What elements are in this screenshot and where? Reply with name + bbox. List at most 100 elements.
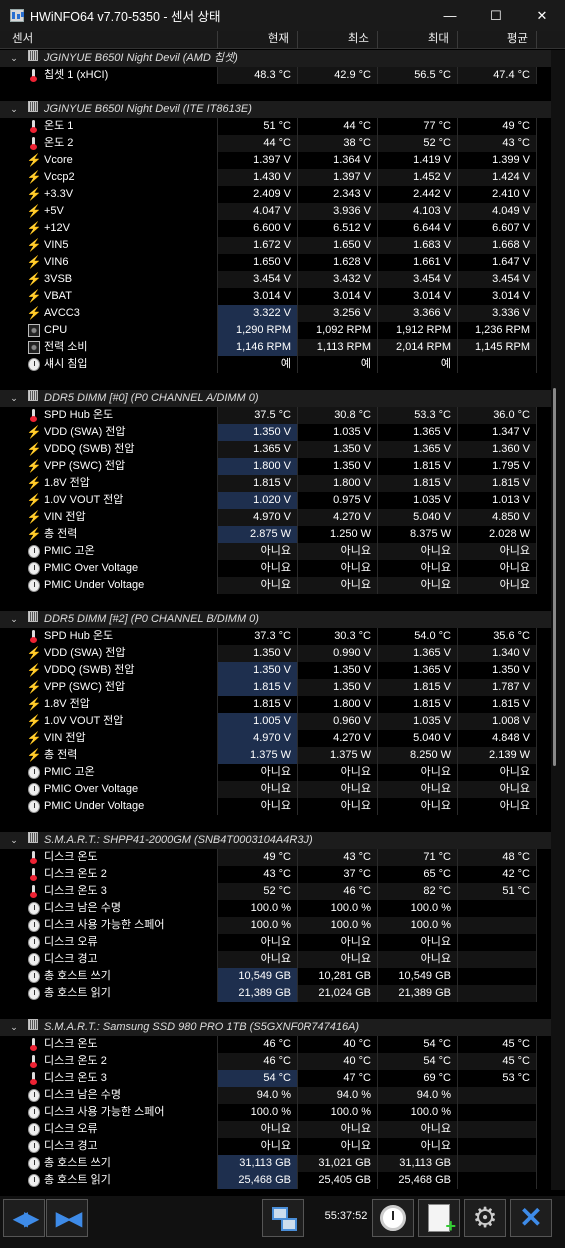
voltage-icon: ⚡	[26, 714, 42, 728]
header-current[interactable]: 현재	[218, 31, 298, 49]
current-value: 아니요	[218, 764, 298, 781]
sensor-row[interactable]: 디스크 경고 아니요 아니요 아니요	[0, 1138, 551, 1155]
sensor-row[interactable]: 디스크 남은 수명 100.0 % 100.0 % 100.0 %	[0, 900, 551, 917]
clock-button[interactable]	[372, 1199, 414, 1237]
sensor-group-header[interactable]: ⌄ JGINYUE B650I Night Devil (AMD 칩셋)	[0, 50, 551, 67]
sensor-row[interactable]: SPD Hub 온도 37.5 °C 30.8 °C 53.3 °C 36.0 °C	[0, 407, 551, 424]
sensor-group-header[interactable]: ⌄ DDR5 DIMM [#2] (P0 CHANNEL B/DIMM 0)	[0, 611, 551, 628]
network-button[interactable]	[262, 1199, 304, 1237]
close-window-button[interactable]: ✕	[519, 0, 565, 31]
sensor-row[interactable]: PMIC Under Voltage 아니요 아니요 아니요 아니요	[0, 798, 551, 815]
sensor-label: 디스크 오류	[44, 936, 98, 948]
scroll-thumb[interactable]	[553, 388, 556, 766]
sensor-row[interactable]: 디스크 온도 2 46 °C 40 °C 54 °C 45 °C	[0, 1053, 551, 1070]
sensor-row[interactable]: PMIC 고온 아니요 아니요 아니요 아니요	[0, 764, 551, 781]
sensor-list[interactable]: ⌄ JGINYUE B650I Night Devil (AMD 칩셋) 칩셋 1 …	[0, 50, 551, 1190]
sensor-row[interactable]: ⚡ VDD (SWA) 전압 1.350 V 0.990 V 1.365 V 1.340 …	[0, 645, 551, 662]
sensor-row[interactable]: ⚡ VIN 전압 4.970 V 4.270 V 5.040 V 4.850 V	[0, 509, 551, 526]
sensor-row[interactable]: ⚡ 총 전력 1.375 W 1.375 W 8.250 W 2.139 W	[0, 747, 551, 764]
sensor-row[interactable]: ⚡ VPP (SWC) 전압 1.815 V 1.350 V 1.815 V 1.787 …	[0, 679, 551, 696]
minimize-button[interactable]: —	[427, 0, 473, 31]
voltage-icon: ⚡	[26, 731, 42, 745]
sensor-row[interactable]: ⚡ 1.8V 전압 1.815 V 1.800 V 1.815 V 1.815 V	[0, 475, 551, 492]
sensor-row[interactable]: 디스크 온도 46 °C 40 °C 54 °C 45 °C	[0, 1036, 551, 1053]
sensor-row[interactable]: 디스크 남은 수명 94.0 % 94.0 % 94.0 %	[0, 1087, 551, 1104]
min-value: 0.990 V	[298, 645, 378, 662]
sensor-row[interactable]: 디스크 오류 아니요 아니요 아니요	[0, 1121, 551, 1138]
clock-icon	[28, 1123, 40, 1136]
sensor-row[interactable]: 칩셋 1 (xHCI) 48.3 °C 42.9 °C 56.5 °C 47.4 °C	[0, 67, 551, 84]
clock-icon	[28, 1140, 40, 1153]
sensor-row[interactable]: 총 호스트 읽기 21,389 GB 21,024 GB 21,389 GB	[0, 985, 551, 1002]
sensor-row[interactable]: ⚡ VPP (SWC) 전압 1.800 V 1.350 V 1.815 V 1.795 …	[0, 458, 551, 475]
sensor-row[interactable]: ⚡ VBAT 3.014 V 3.014 V 3.014 V 3.014 V	[0, 288, 551, 305]
sensor-group-header[interactable]: ⌄ S.M.A.R.T.: Samsung SSD 980 PRO 1TB (S5…	[0, 1019, 551, 1036]
sensor-row[interactable]: ⚡ VIN 전압 4.970 V 4.270 V 5.040 V 4.848 V	[0, 730, 551, 747]
sensor-row[interactable]: 총 호스트 쓰기 10,549 GB 10,281 GB 10,549 GB	[0, 968, 551, 985]
sensor-row[interactable]: ⚡ 1.0V VOUT 전압 1.005 V 0.960 V 1.035 V 1.008 …	[0, 713, 551, 730]
chevron-down-icon[interactable]: ⌄	[8, 832, 20, 849]
sensor-row[interactable]: ⚡ VDD (SWA) 전압 1.350 V 1.035 V 1.365 V 1.347 …	[0, 424, 551, 441]
current-value: 1.815 V	[218, 679, 298, 696]
sensor-row[interactable]: 전력 소비 1,146 RPM 1,113 RPM 2,014 RPM 1,145 RP…	[0, 339, 551, 356]
sensor-row[interactable]: ⚡ 1.0V VOUT 전압 1.020 V 0.975 V 1.035 V 1.013 …	[0, 492, 551, 509]
chevron-down-icon[interactable]: ⌄	[8, 101, 20, 118]
sensor-row[interactable]: ⚡ Vccp2 1.430 V 1.397 V 1.452 V 1.424 V	[0, 169, 551, 186]
min-value: 아니요	[298, 543, 378, 560]
sensor-row[interactable]: 디스크 오류 아니요 아니요 아니요	[0, 934, 551, 951]
sensor-row[interactable]: 총 호스트 쓰기 31,113 GB 31,021 GB 31,113 GB	[0, 1155, 551, 1172]
sensor-row[interactable]: 디스크 온도 3 52 °C 46 °C 82 °C 51 °C	[0, 883, 551, 900]
header-sensor[interactable]: 센서	[0, 31, 218, 49]
chevron-down-icon[interactable]: ⌄	[8, 1019, 20, 1036]
max-value: 3.014 V	[378, 288, 458, 305]
sensor-row[interactable]: SPD Hub 온도 37.3 °C 30.3 °C 54.0 °C 35.6 °C	[0, 628, 551, 645]
sensor-row[interactable]: ⚡ VIN6 1.650 V 1.628 V 1.661 V 1.647 V	[0, 254, 551, 271]
chip-icon	[28, 50, 38, 61]
avg-value: 42 °C	[458, 866, 537, 883]
sensor-row[interactable]: PMIC 고온 아니요 아니요 아니요 아니요	[0, 543, 551, 560]
sensor-row[interactable]: 디스크 사용 가능한 스페어 100.0 % 100.0 % 100.0 %	[0, 1104, 551, 1121]
sensor-row[interactable]: ⚡ VIN5 1.672 V 1.650 V 1.683 V 1.668 V	[0, 237, 551, 254]
sensor-row[interactable]: ⚡ VDDQ (SWB) 전압 1.350 V 1.350 V 1.365 V 1.350…	[0, 662, 551, 679]
header-avg[interactable]: 평균	[458, 31, 537, 49]
sensor-row[interactable]: ⚡ 1.8V 전압 1.815 V 1.800 V 1.815 V 1.815 V	[0, 696, 551, 713]
chevron-down-icon[interactable]: ⌄	[8, 611, 20, 628]
vertical-scrollbar[interactable]	[551, 50, 565, 1190]
sensor-row[interactable]: PMIC Over Voltage 아니요 아니요 아니요 아니요	[0, 560, 551, 577]
sensor-row[interactable]: ⚡ AVCC3 3.322 V 3.256 V 3.366 V 3.336 V	[0, 305, 551, 322]
sensor-row[interactable]: 디스크 경고 아니요 아니요 아니요	[0, 951, 551, 968]
sensor-row[interactable]: 섀시 침입 예 예 예	[0, 356, 551, 373]
sensor-row[interactable]: PMIC Under Voltage 아니요 아니요 아니요 아니요	[0, 577, 551, 594]
sensor-row[interactable]: ⚡ VDDQ (SWB) 전압 1.365 V 1.350 V 1.365 V 1.360…	[0, 441, 551, 458]
sensor-row[interactable]: ⚡ 총 전력 2.875 W 1.250 W 8.375 W 2.028 W	[0, 526, 551, 543]
sensor-row[interactable]: PMIC Over Voltage 아니요 아니요 아니요 아니요	[0, 781, 551, 798]
collapse-button[interactable]: ▶◀	[46, 1199, 88, 1237]
sensor-group-header[interactable]: ⌄ DDR5 DIMM [#0] (P0 CHANNEL A/DIMM 0)	[0, 390, 551, 407]
sensor-row[interactable]: 온도 2 44 °C 38 °C 52 °C 43 °C	[0, 135, 551, 152]
sensor-row[interactable]: ⚡ +5V 4.047 V 3.936 V 4.103 V 4.049 V	[0, 203, 551, 220]
expand-button[interactable]: ◀▶	[3, 1199, 45, 1237]
sensor-row[interactable]: 디스크 온도 3 54 °C 47 °C 69 °C 53 °C	[0, 1070, 551, 1087]
chevron-down-icon[interactable]: ⌄	[8, 50, 20, 67]
sensor-row[interactable]: ⚡ +12V 6.600 V 6.512 V 6.644 V 6.607 V	[0, 220, 551, 237]
header-max[interactable]: 최대	[378, 31, 458, 49]
sensor-group-header[interactable]: ⌄ S.M.A.R.T.: SHPP41-2000GM (SNB4T0003104…	[0, 832, 551, 849]
sensor-group-header[interactable]: ⌄ JGINYUE B650I Night Devil (ITE IT8613E)	[0, 101, 551, 118]
maximize-button[interactable]: ☐	[473, 0, 519, 31]
report-button[interactable]	[418, 1199, 460, 1237]
chevron-down-icon[interactable]: ⌄	[8, 390, 20, 407]
sensor-row[interactable]: 디스크 사용 가능한 스페어 100.0 % 100.0 % 100.0 %	[0, 917, 551, 934]
settings-button[interactable]: ⚙	[464, 1199, 506, 1237]
header-min[interactable]: 최소	[298, 31, 378, 49]
sensor-name-cell: 디스크 사용 가능한 스페어	[0, 917, 218, 934]
sensor-row[interactable]: 디스크 온도 49 °C 43 °C 71 °C 48 °C	[0, 849, 551, 866]
sensor-row[interactable]: CPU 1,290 RPM 1,092 RPM 1,912 RPM 1,236 RPM	[0, 322, 551, 339]
sensor-row[interactable]: ⚡ 3VSB 3.454 V 3.432 V 3.454 V 3.454 V	[0, 271, 551, 288]
close-app-button[interactable]: ✕	[510, 1199, 552, 1237]
sensor-row[interactable]: 총 호스트 읽기 25,468 GB 25,405 GB 25,468 GB	[0, 1172, 551, 1189]
sensor-row[interactable]: ⚡ Vcore 1.397 V 1.364 V 1.419 V 1.399 V	[0, 152, 551, 169]
sensor-row[interactable]: ⚡ +3.3V 2.409 V 2.343 V 2.442 V 2.410 V	[0, 186, 551, 203]
voltage-icon: ⚡	[26, 680, 42, 694]
sensor-row[interactable]: 디스크 온도 2 43 °C 37 °C 65 °C 42 °C	[0, 866, 551, 883]
sensor-row[interactable]: 온도 1 51 °C 44 °C 77 °C 49 °C	[0, 118, 551, 135]
